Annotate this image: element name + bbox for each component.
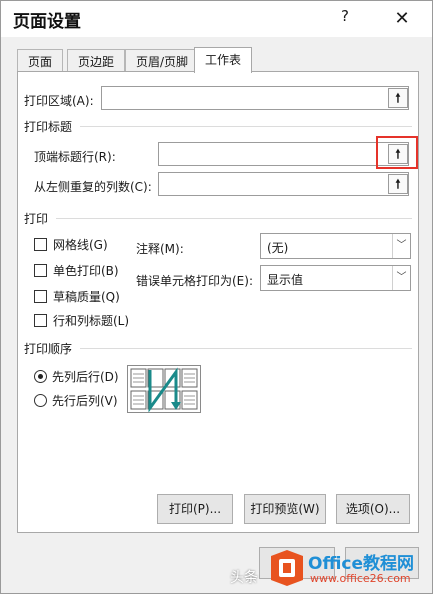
red-highlight-box — [376, 136, 418, 169]
gridlines-checkbox[interactable]: 网格线(G) — [34, 236, 108, 253]
comments-select[interactable]: (无) ﹀ — [260, 233, 411, 259]
row-col-headings-checkbox[interactable]: 行和列标题(L) — [34, 312, 129, 329]
chevron-down-icon[interactable]: ﹀ — [392, 266, 410, 290]
divider — [56, 218, 412, 219]
print-area-label: 打印区域(A): — [24, 94, 94, 108]
watermark-prefix: 头条 — [230, 570, 258, 586]
tab-page[interactable]: 页面 — [17, 49, 64, 72]
black-white-label: 单色打印(B) — [53, 264, 119, 278]
divider — [80, 126, 412, 127]
page-setup-dialog: 页面设置 ? ✕ 页面 页边距 页眉/页脚 工作表 打印区域(A): 🠕 打印标… — [0, 0, 433, 594]
draft-quality-checkbox[interactable]: 草稿质量(Q) — [34, 288, 120, 305]
rows-to-repeat-label: 顶端标题行(R): — [34, 150, 116, 164]
print-area-collapse-button[interactable]: 🠕 — [388, 88, 408, 108]
tab-margins[interactable]: 页边距 — [67, 49, 126, 72]
watermark-url: www.office26.com — [310, 572, 411, 585]
print-button[interactable]: 打印(P)... — [157, 494, 233, 524]
watermark: 头条 Office教程网 www.office26.com — [230, 545, 433, 594]
columns-collapse-button[interactable]: 🠕 — [388, 174, 408, 194]
title-bar: 页面设置 ? ✕ — [1, 1, 432, 37]
radio-button[interactable] — [34, 394, 47, 407]
over-then-down-label: 先行后列(V) — [52, 394, 118, 408]
down-then-over-radio[interactable]: 先列后行(D) — [34, 368, 119, 385]
divider — [80, 348, 412, 349]
watermark-name: Office教程网 — [308, 554, 415, 574]
sheet-tab-panel: 打印区域(A): 🠕 打印标题 顶端标题行(R): 🠕 从左侧重复的列数(C):… — [17, 71, 419, 533]
print-preview-button[interactable]: 打印预览(W) — [244, 494, 326, 524]
tab-sheet[interactable]: 工作表 — [194, 47, 253, 73]
gridlines-label: 网格线(G) — [53, 238, 108, 252]
help-button[interactable]: ? — [335, 7, 355, 31]
black-white-checkbox[interactable]: 单色打印(B) — [34, 262, 119, 279]
columns-to-repeat-input[interactable] — [158, 172, 409, 196]
rows-to-repeat-input[interactable] — [158, 142, 409, 166]
close-button[interactable]: ✕ — [387, 5, 417, 33]
checkbox-box[interactable] — [34, 238, 47, 251]
chevron-down-icon[interactable]: ﹀ — [392, 234, 410, 258]
tab-header-footer[interactable]: 页眉/页脚 — [125, 49, 200, 72]
cell-errors-select[interactable]: 显示值 ﹀ — [260, 265, 411, 291]
print-section-label: 打印 — [24, 212, 49, 226]
cell-errors-label: 错误单元格打印为(E): — [136, 274, 253, 288]
page-order-preview-icon — [127, 365, 201, 413]
page-order-section-label: 打印顺序 — [24, 342, 73, 356]
columns-to-repeat-label: 从左侧重复的列数(C): — [34, 180, 152, 194]
print-titles-section-label: 打印标题 — [24, 120, 73, 134]
comments-value: (无) — [267, 241, 289, 255]
draft-quality-label: 草稿质量(Q) — [53, 290, 120, 304]
down-then-over-label: 先列后行(D) — [52, 370, 119, 384]
options-button[interactable]: 选项(O)... — [336, 494, 410, 524]
checkbox-box[interactable] — [34, 290, 47, 303]
cell-errors-value: 显示值 — [267, 273, 304, 287]
over-then-down-radio[interactable]: 先行后列(V) — [34, 392, 118, 409]
dialog-title: 页面设置 — [13, 12, 81, 32]
office-logo-icon — [270, 549, 304, 587]
print-area-input[interactable] — [101, 86, 409, 110]
comments-label: 注释(M): — [136, 242, 184, 256]
checkbox-box[interactable] — [34, 264, 47, 277]
row-col-headings-label: 行和列标题(L) — [53, 314, 130, 328]
checkbox-box[interactable] — [34, 314, 47, 327]
radio-button-selected[interactable] — [34, 370, 47, 383]
